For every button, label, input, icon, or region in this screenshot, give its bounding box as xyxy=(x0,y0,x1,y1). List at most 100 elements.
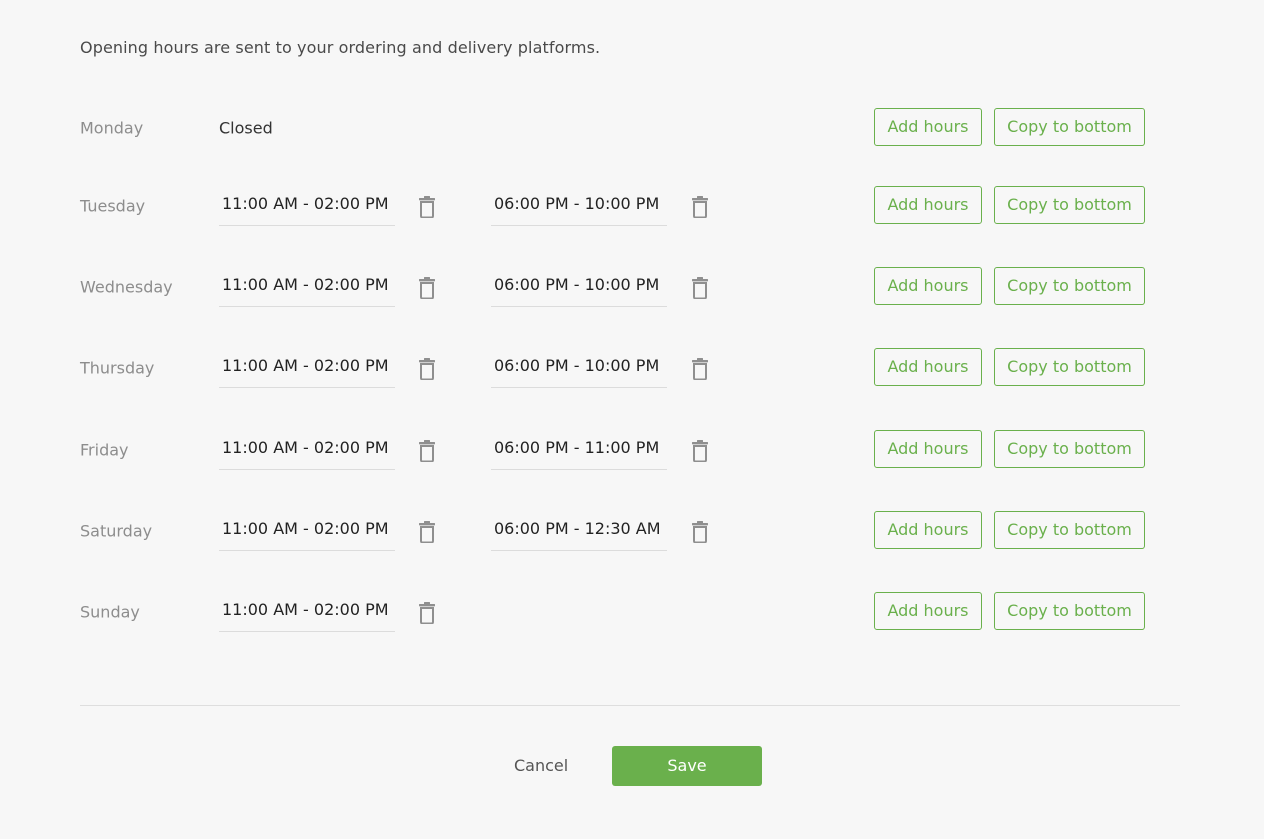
day-label: Thursday xyxy=(80,358,155,378)
closed-label: Closed xyxy=(219,118,273,138)
range-separator: - xyxy=(297,600,314,619)
time-range-text: 06:00 PM - 11:00 PM xyxy=(494,438,659,457)
range-separator: - xyxy=(568,519,585,538)
copy-to-bottom-button[interactable]: Copy to bottom xyxy=(994,592,1145,630)
time-range-field[interactable]: 11:00 AM - 02:00 PM xyxy=(219,186,395,226)
start-time: 11:00 AM xyxy=(222,194,298,213)
time-range-text: 11:00 AM - 02:00 PM xyxy=(222,600,389,619)
day-row-thursday: Thursday 11:00 AM - 02:00 PM 06:00 PM - 10… xyxy=(80,348,1180,388)
copy-to-bottom-button[interactable]: Copy to bottom xyxy=(994,267,1145,305)
range-separator: - xyxy=(297,275,314,294)
trash-icon[interactable] xyxy=(418,277,436,299)
copy-to-bottom-button[interactable]: Copy to bottom xyxy=(994,348,1145,386)
time-range-text: 06:00 PM - 10:00 PM xyxy=(494,275,659,294)
end-time: 10:00 PM xyxy=(584,356,660,375)
save-button[interactable]: Save xyxy=(612,746,762,786)
start-time: 06:00 PM xyxy=(494,438,569,457)
day-label: Tuesday xyxy=(80,196,146,216)
start-time: 06:00 PM xyxy=(494,275,569,294)
range-separator: - xyxy=(297,356,314,375)
time-range-text: 06:00 PM - 10:00 PM xyxy=(494,194,659,213)
day-label: Sunday xyxy=(80,602,140,622)
trash-icon[interactable] xyxy=(691,196,709,218)
opening-hours-page: Opening hours are sent to your ordering … xyxy=(0,0,1264,839)
end-time: 10:00 PM xyxy=(584,275,660,294)
time-range-field[interactable]: 06:00 PM - 10:00 PM xyxy=(491,186,667,226)
range-separator: - xyxy=(568,356,585,375)
start-time: 11:00 AM xyxy=(222,519,298,538)
copy-to-bottom-button[interactable]: Copy to bottom xyxy=(994,511,1145,549)
range-separator: - xyxy=(297,438,314,457)
end-time: 12:30 AM xyxy=(584,519,661,538)
add-hours-button[interactable]: Add hours xyxy=(874,186,982,224)
add-hours-button[interactable]: Add hours xyxy=(874,430,982,468)
start-time: 11:00 AM xyxy=(222,600,298,619)
add-hours-button[interactable]: Add hours xyxy=(874,108,982,146)
end-time: 02:00 PM xyxy=(313,600,389,619)
time-range-text: 06:00 PM - 10:00 PM xyxy=(494,356,659,375)
day-row-tuesday: Tuesday 11:00 AM - 02:00 PM 06:00 PM - 10:… xyxy=(80,186,1180,226)
range-separator: - xyxy=(297,519,314,538)
end-time: 02:00 PM xyxy=(313,275,389,294)
time-range-field[interactable]: 11:00 AM - 02:00 PM xyxy=(219,592,395,632)
divider xyxy=(80,705,1180,706)
end-time: 02:00 PM xyxy=(313,194,389,213)
day-row-wednesday: Wednesday 11:00 AM - 02:00 PM 06:00 PM - 1… xyxy=(80,267,1180,307)
day-row-friday: Friday 11:00 AM - 02:00 PM 06:00 PM - 11:0… xyxy=(80,430,1180,470)
start-time: 06:00 PM xyxy=(494,519,569,538)
start-time: 06:00 PM xyxy=(494,194,569,213)
range-separator: - xyxy=(568,438,585,457)
end-time: 11:00 PM xyxy=(584,438,660,457)
day-row-monday: Monday Closed Add hours Copy to bottom xyxy=(80,108,1180,148)
time-range-field[interactable]: 06:00 PM - 11:00 PM xyxy=(491,430,667,470)
day-row-saturday: Saturday 11:00 AM - 02:00 PM 06:00 PM - 12… xyxy=(80,511,1180,551)
time-range-field[interactable]: 06:00 PM - 10:00 PM xyxy=(491,267,667,307)
start-time: 11:00 AM xyxy=(222,275,298,294)
end-time: 02:00 PM xyxy=(313,356,389,375)
trash-icon[interactable] xyxy=(418,440,436,462)
day-label: Saturday xyxy=(80,521,153,541)
copy-to-bottom-button[interactable]: Copy to bottom xyxy=(994,430,1145,468)
range-separator: - xyxy=(568,275,585,294)
intro-text: Opening hours are sent to your ordering … xyxy=(80,38,601,57)
end-time: 02:00 PM xyxy=(313,438,389,457)
time-range-field[interactable]: 11:00 AM - 02:00 PM xyxy=(219,267,395,307)
time-range-text: 11:00 AM - 02:00 PM xyxy=(222,519,389,538)
time-range-text: 11:00 AM - 02:00 PM xyxy=(222,194,389,213)
end-time: 10:00 PM xyxy=(584,194,660,213)
add-hours-button[interactable]: Add hours xyxy=(874,511,982,549)
add-hours-button[interactable]: Add hours xyxy=(874,348,982,386)
trash-icon[interactable] xyxy=(418,602,436,624)
time-range-text: 06:00 PM - 12:30 AM xyxy=(494,519,661,538)
start-time: 11:00 AM xyxy=(222,356,298,375)
time-range-text: 11:00 AM - 02:00 PM xyxy=(222,275,389,294)
copy-to-bottom-button[interactable]: Copy to bottom xyxy=(994,108,1145,146)
trash-icon[interactable] xyxy=(691,277,709,299)
trash-icon[interactable] xyxy=(418,521,436,543)
day-row-sunday: Sunday 11:00 AM - 02:00 PM Add hours Copy t… xyxy=(80,592,1180,632)
trash-icon[interactable] xyxy=(691,358,709,380)
time-range-field[interactable]: 11:00 AM - 02:00 PM xyxy=(219,348,395,388)
time-range-field[interactable]: 06:00 PM - 10:00 PM xyxy=(491,348,667,388)
range-separator: - xyxy=(297,194,314,213)
time-range-text: 11:00 AM - 02:00 PM xyxy=(222,438,389,457)
copy-to-bottom-button[interactable]: Copy to bottom xyxy=(994,186,1145,224)
trash-icon[interactable] xyxy=(418,358,436,380)
cancel-button[interactable]: Cancel xyxy=(514,756,568,775)
day-label: Friday xyxy=(80,440,129,460)
day-label: Wednesday xyxy=(80,277,173,297)
range-separator: - xyxy=(568,194,585,213)
time-range-text: 11:00 AM - 02:00 PM xyxy=(222,356,389,375)
start-time: 06:00 PM xyxy=(494,356,569,375)
time-range-field[interactable]: 11:00 AM - 02:00 PM xyxy=(219,511,395,551)
time-range-field[interactable]: 06:00 PM - 12:30 AM xyxy=(491,511,667,551)
time-range-field[interactable]: 11:00 AM - 02:00 PM xyxy=(219,430,395,470)
day-label: Monday xyxy=(80,118,144,138)
trash-icon[interactable] xyxy=(691,440,709,462)
add-hours-button[interactable]: Add hours xyxy=(874,592,982,630)
add-hours-button[interactable]: Add hours xyxy=(874,267,982,305)
end-time: 02:00 PM xyxy=(313,519,389,538)
trash-icon[interactable] xyxy=(418,196,436,218)
start-time: 11:00 AM xyxy=(222,438,298,457)
trash-icon[interactable] xyxy=(691,521,709,543)
